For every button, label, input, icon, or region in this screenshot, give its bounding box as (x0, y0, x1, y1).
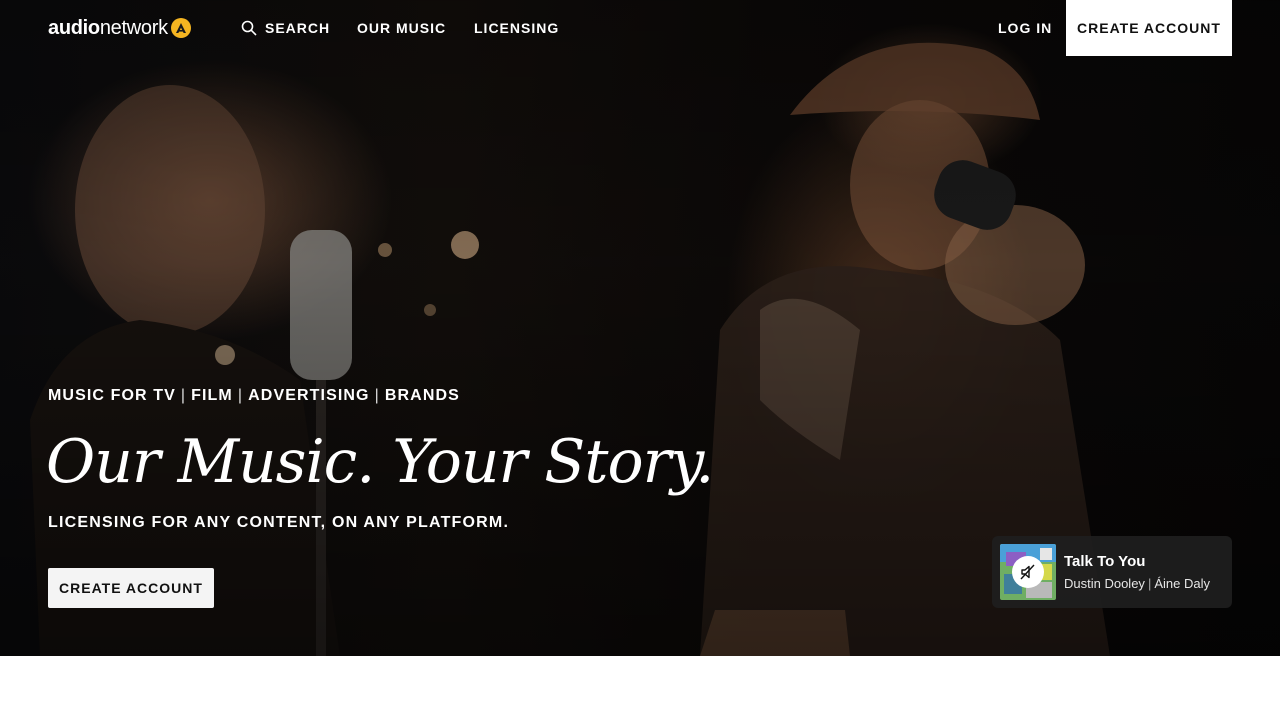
track-info: Talk To You Dustin Dooley | Áine Daly (1064, 553, 1210, 591)
nav-search-label: SEARCH (265, 20, 331, 36)
artist-separator: | (1147, 576, 1152, 591)
mute-toggle[interactable] (1012, 556, 1044, 588)
tagline-separator: | (237, 387, 244, 404)
now-playing-card: Talk To You Dustin Dooley | Áine Daly (992, 536, 1232, 608)
speaker-muted-icon (1020, 564, 1035, 580)
nav-search[interactable]: SEARCH (241, 0, 330, 56)
track-artists: Dustin Dooley | Áine Daly (1064, 576, 1210, 591)
search-icon (241, 20, 257, 36)
tagline-advertising: ADVERTISING (248, 387, 370, 404)
create-account-button-hero[interactable]: CREATE ACCOUNT (48, 568, 214, 608)
logo-wordmark-light: network (99, 16, 168, 39)
logo-wordmark: audionetwork (48, 17, 168, 40)
hero-subheadline: LICENSING FOR ANY CONTENT, ON ANY PLATFO… (48, 514, 510, 531)
album-art[interactable] (1000, 544, 1056, 600)
create-account-button-header[interactable]: CREATE ACCOUNT (1066, 0, 1232, 56)
logo-badge-icon (170, 18, 191, 38)
track-title[interactable]: Talk To You (1064, 553, 1210, 570)
nav-licensing[interactable]: LICENSING (474, 0, 559, 56)
artist-name[interactable]: Áine Daly (1154, 576, 1210, 591)
tagline-tv: MUSIC FOR TV (48, 387, 176, 404)
logo-wordmark-bold: audio (48, 16, 100, 39)
audio-network-logo[interactable]: audionetwork (48, 16, 191, 40)
artist-name[interactable]: Dustin Dooley (1064, 576, 1145, 591)
tagline-film: FILM (191, 387, 233, 404)
nav-our-music[interactable]: OUR MUSIC (357, 0, 446, 56)
hero-tagline: MUSIC FOR TV | FILM | ADVERTISING | BRANDS (48, 387, 460, 405)
tagline-separator: | (180, 387, 187, 404)
top-navigation: audionetwork SEARCH OUR MUSIC LICENSING … (0, 0, 1280, 56)
tagline-brands: BRANDS (384, 387, 460, 404)
login-link[interactable]: LOG IN (998, 0, 1052, 56)
hero-headline: Our Music. Your Story. (46, 427, 714, 497)
tagline-separator: | (374, 387, 380, 404)
